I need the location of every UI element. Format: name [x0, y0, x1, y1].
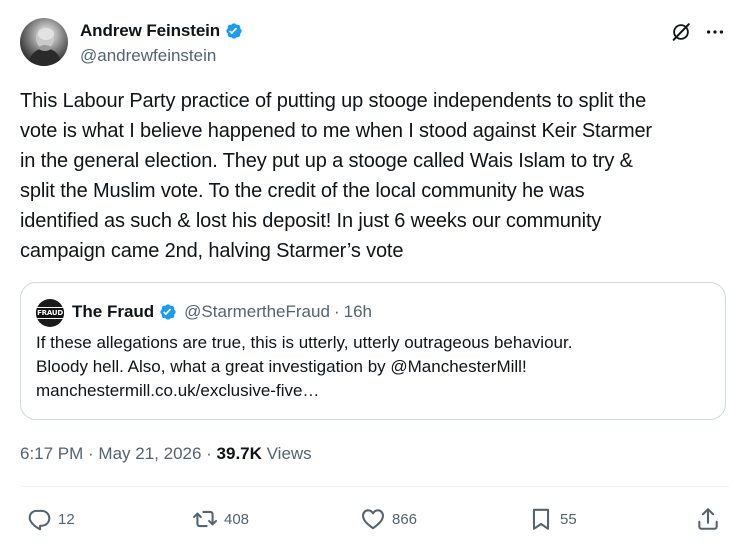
bookmark-button[interactable]: 55	[528, 506, 577, 532]
quote-link: manchestermill.co.uk/exclusive-five…	[36, 381, 320, 400]
tweet-meta: 6:17 PM · May 21, 2026 · 39.7K Views	[20, 444, 312, 464]
tweet-line: This Labour Party practice of putting up…	[20, 90, 647, 112]
like-icon	[362, 509, 384, 530]
share-icon	[698, 508, 718, 530]
like-count: 866	[392, 510, 418, 528]
tweet-line: in the general election. They put up a s…	[20, 150, 633, 172]
bookmark-count: 55	[560, 510, 577, 528]
quote-author-name[interactable]: The Fraud	[72, 302, 154, 322]
quote-line: If these allegations are true, this is u…	[36, 333, 573, 352]
author-name[interactable]: Andrew Feinstein	[80, 21, 244, 41]
quote-text: If these allegations are true, this is u…	[36, 331, 716, 403]
quote-avatar[interactable]: FRAUD	[36, 299, 64, 327]
views-count[interactable]: 39.7K	[217, 444, 262, 463]
quote-timestamp[interactable]: 16h	[344, 302, 372, 322]
like-button[interactable]: 866	[360, 506, 417, 532]
verified-badge-icon	[160, 304, 176, 320]
reply-icon	[28, 509, 51, 531]
bookmark-icon	[532, 508, 550, 530]
quote-line: Bloody hell. Also, what a great investig…	[36, 357, 527, 376]
quote-separator: ·	[333, 302, 340, 321]
tweet-line: vote is what I believe happened to me wh…	[20, 120, 652, 142]
repost-button[interactable]: 408	[192, 506, 249, 532]
author-name-text: Andrew Feinstein	[80, 21, 221, 40]
tweet-timestamp[interactable]: 6:17 PM · May 21, 2026 ·	[20, 444, 217, 463]
tweet-text: This Labour Party practice of putting up…	[20, 86, 732, 266]
tweet-line: campaign came 2nd, halving Starmer’s vot…	[20, 240, 404, 262]
avatar-photo	[28, 27, 62, 66]
verified-badge-icon	[226, 23, 242, 39]
quote-author-handle[interactable]: @StarmertheFraud	[184, 302, 330, 322]
author-avatar[interactable]	[20, 18, 68, 66]
tweet-line: identified as such & lost his deposit! I…	[20, 210, 602, 232]
quote-avatar-logo: FRAUD	[36, 307, 64, 319]
share-button[interactable]	[695, 506, 721, 532]
reply-button[interactable]: 12	[26, 506, 75, 532]
tweet-line: split the Muslim vote. To the credit of …	[20, 180, 585, 202]
repost-count: 408	[224, 510, 250, 528]
divider	[20, 486, 729, 487]
grok-icon[interactable]	[670, 21, 692, 43]
repost-icon	[192, 510, 218, 528]
quote-header: The Fraud @StarmertheFraud · 16h	[72, 302, 372, 322]
author-handle[interactable]: @andrewfeinstein	[80, 46, 216, 66]
more-options-icon[interactable]	[704, 21, 726, 43]
quoted-tweet-card[interactable]: FRAUD The Fraud @StarmertheFraud · 16h I…	[20, 282, 726, 420]
reply-count: 12	[58, 510, 75, 528]
views-label: Views	[261, 444, 312, 463]
